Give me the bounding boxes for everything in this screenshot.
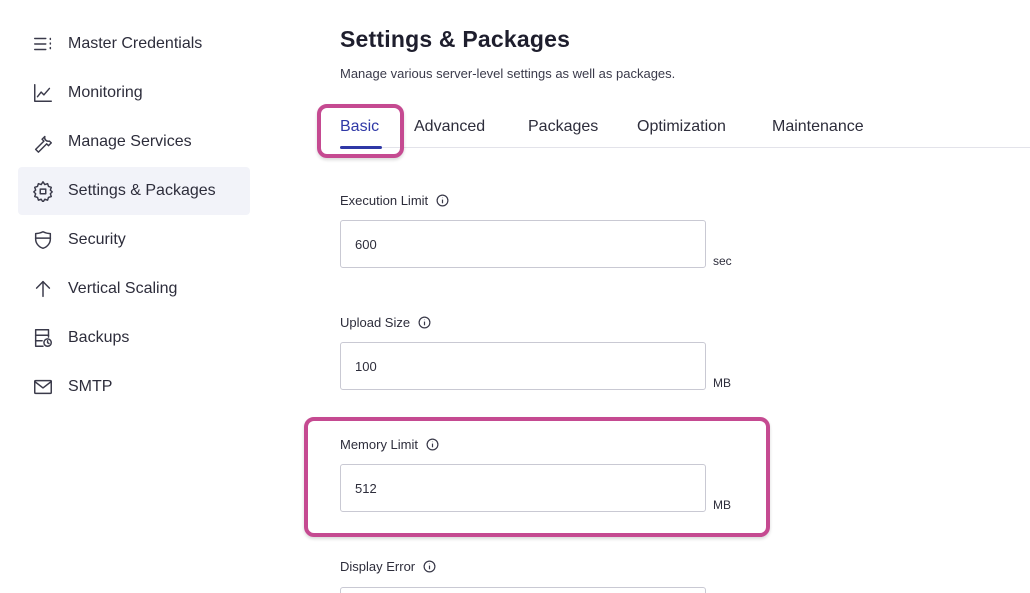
info-icon[interactable] — [426, 438, 439, 451]
memory-limit-label: Memory Limit — [340, 437, 439, 452]
wrench-icon — [31, 130, 55, 154]
tab-bar: Basic Advanced Packages Optimization Mai… — [340, 110, 1030, 149]
active-tab-indicator — [340, 146, 382, 149]
sidebar-item-backups[interactable]: Backups — [18, 314, 250, 362]
upload-size-unit: MB — [713, 376, 731, 390]
sidebar-item-settings-packages[interactable]: Settings & Packages — [18, 167, 250, 215]
list-icon — [31, 32, 55, 56]
sidebar-item-security[interactable]: Security — [18, 216, 250, 264]
upload-size-label-text: Upload Size — [340, 315, 411, 330]
display-error-label-text: Display Error — [340, 559, 416, 574]
sidebar-item-label: Monitoring — [68, 84, 143, 101]
tab-maintenance[interactable]: Maintenance — [772, 118, 864, 136]
sidebar-item-monitoring[interactable]: Monitoring — [18, 69, 250, 117]
sidebar-item-label: Manage Services — [68, 133, 192, 150]
tab-basic[interactable]: Basic — [340, 118, 379, 136]
shield-icon — [31, 228, 55, 252]
display-error-input[interactable] — [340, 587, 706, 593]
main-content: Settings & Packages Manage various serve… — [340, 0, 1030, 593]
sidebar-item-manage-services[interactable]: Manage Services — [18, 118, 250, 166]
upload-size-input[interactable] — [340, 342, 706, 390]
sidebar: Master Credentials Monitoring Manage Ser… — [18, 20, 250, 412]
upload-size-label: Upload Size — [340, 315, 431, 330]
display-error-label: Display Error — [340, 559, 436, 574]
line-chart-icon — [31, 81, 55, 105]
sidebar-item-label: Settings & Packages — [68, 182, 216, 199]
tab-packages[interactable]: Packages — [528, 118, 598, 136]
info-icon[interactable] — [436, 194, 449, 207]
tab-optimization[interactable]: Optimization — [637, 118, 726, 136]
sidebar-item-label: Security — [68, 231, 126, 248]
memory-limit-label-text: Memory Limit — [340, 437, 419, 452]
sidebar-item-vertical-scaling[interactable]: Vertical Scaling — [18, 265, 250, 313]
sidebar-item-master-credentials[interactable]: Master Credentials — [18, 20, 250, 68]
info-icon[interactable] — [418, 316, 431, 329]
execution-limit-unit: sec — [713, 254, 732, 268]
execution-limit-label: Execution Limit — [340, 193, 449, 208]
arrow-up-icon — [31, 277, 55, 301]
execution-limit-label-text: Execution Limit — [340, 193, 429, 208]
sidebar-item-label: Master Credentials — [68, 35, 203, 52]
memory-limit-unit: MB — [713, 498, 731, 512]
sidebar-item-label: Backups — [68, 329, 130, 346]
sidebar-item-label: SMTP — [68, 378, 113, 395]
page-title: Settings & Packages — [340, 26, 571, 52]
sidebar-item-label: Vertical Scaling — [68, 280, 178, 297]
sidebar-item-smtp[interactable]: SMTP — [18, 363, 250, 411]
mail-icon — [31, 375, 55, 399]
execution-limit-input[interactable] — [340, 220, 706, 268]
backup-icon — [31, 326, 55, 350]
memory-limit-input[interactable] — [340, 464, 706, 512]
info-icon[interactable] — [423, 560, 436, 573]
page-subtitle: Manage various server-level settings as … — [340, 66, 676, 81]
tab-advanced[interactable]: Advanced — [414, 118, 485, 136]
gear-box-icon — [31, 179, 55, 203]
